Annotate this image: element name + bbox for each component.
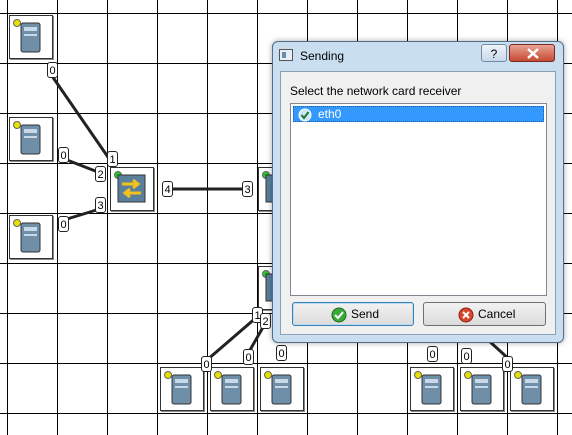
window-icon [279, 49, 293, 61]
pc-node-bottom-4[interactable] [410, 367, 454, 411]
pc-node-bottom-1[interactable] [160, 367, 204, 411]
computer-tower-icon [20, 222, 41, 253]
port-label[interactable]: 0 [47, 62, 58, 78]
port-label[interactable]: 0 [243, 349, 254, 365]
help-button[interactable]: ? [481, 44, 507, 62]
computer-tower-icon [20, 124, 41, 155]
pc-node-bottom-5[interactable] [460, 367, 504, 411]
dialog-titlebar[interactable]: Sending ? [273, 42, 563, 70]
port-label[interactable]: 4 [162, 181, 173, 197]
dialog-title: Sending [300, 49, 345, 63]
computer-tower-icon [20, 22, 41, 53]
port-label[interactable]: 0 [58, 216, 69, 232]
red-x-icon [458, 307, 474, 323]
send-button[interactable]: Send [292, 302, 414, 326]
pc-node-mid-left[interactable] [9, 117, 53, 161]
pc-node-top-left[interactable] [9, 15, 53, 59]
dialog-body: Select the network card receiver eth0 Se… [280, 71, 556, 335]
computer-tower-icon [221, 374, 242, 405]
cancel-button[interactable]: Cancel [423, 302, 546, 326]
switch-node-a[interactable] [110, 167, 154, 211]
port-label[interactable]: 1 [107, 151, 118, 167]
send-button-label: Send [351, 307, 380, 321]
port-label[interactable]: 0 [201, 356, 212, 372]
network-switch-icon [117, 174, 146, 203]
list-item-eth0[interactable]: eth0 [293, 106, 544, 122]
list-item-label: eth0 [318, 107, 342, 121]
port-label[interactable]: 0 [461, 348, 472, 364]
computer-tower-icon [271, 374, 292, 405]
port-label[interactable]: 2 [260, 313, 271, 329]
cancel-button-label: Cancel [478, 307, 516, 321]
port-label[interactable]: 3 [242, 181, 253, 197]
close-icon [527, 48, 539, 59]
port-label[interactable]: 2 [95, 166, 106, 182]
sending-dialog: Sending ? Select the network card receiv… [272, 41, 564, 343]
port-label[interactable]: 3 [95, 197, 106, 213]
port-label[interactable]: 0 [276, 345, 287, 361]
network-card-list[interactable]: eth0 [290, 103, 547, 296]
check-icon [298, 108, 312, 122]
computer-tower-icon [521, 374, 542, 405]
port-label[interactable]: 0 [58, 147, 69, 163]
close-button[interactable] [509, 44, 555, 62]
green-check-icon [331, 307, 347, 323]
dialog-prompt: Select the network card receiver [290, 84, 462, 98]
port-label[interactable]: 0 [502, 356, 513, 372]
computer-tower-icon [171, 374, 192, 405]
pc-node-bottom-6[interactable] [510, 367, 554, 411]
port-label[interactable]: 0 [427, 346, 438, 362]
pc-node-low-left[interactable] [9, 215, 53, 259]
computer-tower-icon [421, 374, 442, 405]
pc-node-bottom-2[interactable] [210, 367, 254, 411]
pc-node-bottom-3[interactable] [260, 367, 304, 411]
computer-tower-icon [471, 374, 492, 405]
